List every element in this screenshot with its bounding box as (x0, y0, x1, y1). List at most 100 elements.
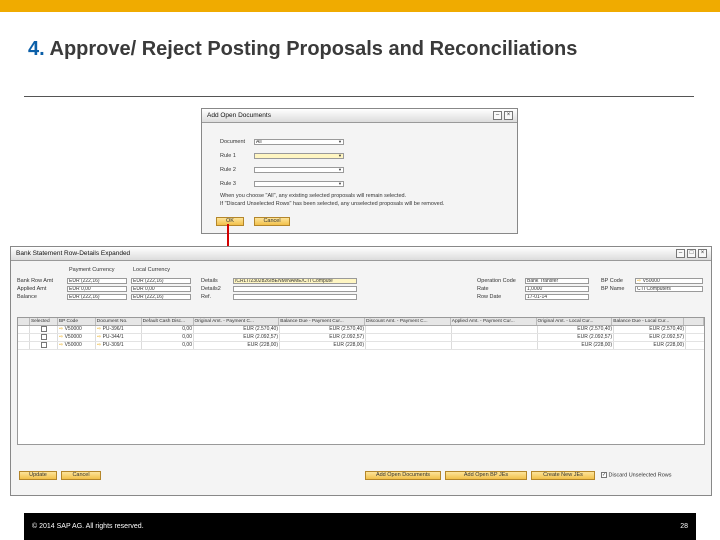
document-select-value: All (256, 139, 262, 145)
grid-header-applied-amt-payment[interactable]: Applied Amt. - Payment Cur... (451, 318, 537, 325)
grid-header-original-amt-payment[interactable]: Original Amt. - Payment C... (194, 318, 280, 325)
grid-header-rownum (18, 318, 30, 325)
balance-payment: EUR (222,16) (67, 294, 127, 300)
document-no-cell[interactable]: ⇨ PU-309/1 (96, 342, 142, 349)
minimize-icon[interactable]: – (676, 249, 685, 258)
applied-amt-payment-cell[interactable] (452, 342, 538, 349)
table-row[interactable]: ⇨ V50000 ⇨ PU-344/1 0,00 EUR (2.092,57) … (18, 334, 704, 342)
add-open-documents-button[interactable]: Add Open Documents (365, 471, 441, 480)
applied-amt-label: Applied Amt (17, 286, 47, 292)
rule1-label: Rule 1 (220, 153, 236, 159)
table-row[interactable]: ⇨ V50000 ⇨ PU-309/1 0,00 EUR (228,00) EU… (18, 342, 704, 350)
row-number-cell (18, 342, 30, 349)
details-field[interactable]: /CRLT/2302826/BENM/NAME/CTI Compute (233, 278, 357, 284)
dialog-titlebar[interactable]: Add Open Documents – × (202, 109, 517, 123)
ref-field[interactable] (233, 294, 357, 300)
footer-copyright: © 2014 SAP AG. All rights reserved. (32, 523, 144, 530)
bp-code-field[interactable]: ⇨ V50000 (635, 278, 703, 284)
discount-amt-payment-cell[interactable] (366, 334, 452, 341)
applied-amt-payment-cell[interactable] (452, 334, 538, 341)
bp-code-value: V50000 (642, 278, 660, 284)
bank-row-amt-label: Bank Row Amt (17, 278, 54, 284)
dialog-cancel-button[interactable]: Cancel (254, 217, 290, 226)
grid-header-balance-due-payment[interactable]: Balance Due - Payment Cur... (279, 318, 365, 325)
link-arrow-icon[interactable]: ⇨ (97, 326, 101, 332)
create-new-jes-button[interactable]: Create New JEs (531, 471, 595, 480)
document-no-text: PU-309/1 (102, 342, 124, 348)
discard-unselected-checkbox[interactable]: ✓ (601, 472, 607, 478)
bank-row-amt-payment: EUR (222,16) (67, 278, 127, 284)
details2-label: Details2 (201, 286, 221, 292)
chevron-down-icon: ▼ (338, 181, 342, 186)
chevron-down-icon: ▼ (338, 139, 342, 144)
grid-header-filler (684, 318, 704, 325)
details2-field[interactable] (233, 286, 357, 292)
slide-title: 4. Approve/ Reject Posting Proposals and… (28, 38, 577, 61)
bp-code-cell[interactable]: ⇨ V50000 (58, 342, 96, 349)
grid-header-default-cash-disc[interactable]: Default Cash Disc... (142, 318, 194, 325)
cancel-button[interactable]: Cancel (61, 471, 101, 480)
main-titlebar[interactable]: Bank Statement Row-Details Expanded – □ … (11, 247, 711, 261)
grid-header-document-no[interactable]: Document No. (96, 318, 142, 325)
applied-amt-payment-cell[interactable] (452, 326, 538, 333)
bp-code-label: BP Code (601, 278, 623, 284)
close-icon[interactable]: × (698, 249, 707, 258)
original-amt-payment-cell: EUR (2.570,40) (194, 326, 280, 333)
balance-local: EUR (222,16) (131, 294, 191, 300)
rule1-select[interactable]: ▼ (254, 153, 344, 159)
rate-label: Rate (477, 286, 489, 292)
row-select-checkbox[interactable] (40, 334, 47, 340)
link-arrow-icon[interactable]: ⇨ (97, 334, 101, 340)
document-no-cell[interactable]: ⇨ PU-344/1 (96, 334, 142, 341)
document-no-text: PU-396/1 (102, 326, 124, 332)
dialog-note-all: When you choose "All", any existing sele… (220, 193, 407, 199)
add-open-bp-jes-button[interactable]: Add Open BP JEs (445, 471, 527, 480)
cash-disc-cell: 0,00 (142, 326, 194, 333)
update-button[interactable]: Update (19, 471, 57, 480)
row-date-field: 17-01-14 (525, 294, 589, 300)
dialog-note-discard: If "Discard Unselected Rows" has been se… (220, 201, 445, 207)
ref-label: Ref. (201, 294, 212, 300)
document-no-cell[interactable]: ⇨ PU-396/1 (96, 326, 142, 333)
discard-unselected-control[interactable]: ✓ Discard Unselected Rows (601, 472, 672, 478)
table-row[interactable]: ⇨ V50000 ⇨ PU-396/1 0,00 EUR (2.570,40) … (18, 326, 704, 334)
applied-amt-local: EUR 0,00 (131, 286, 191, 292)
bank-statement-window: Bank Statement Row-Details Expanded – □ … (10, 246, 712, 496)
link-arrow-icon[interactable]: ⇨ (97, 342, 101, 348)
balance-due-local-cell: EUR (2.570,40) (614, 326, 686, 333)
maximize-icon[interactable]: □ (687, 249, 696, 258)
bp-code-text: V50000 (64, 334, 82, 340)
original-amt-local-cell: EUR (2.570,40) (538, 326, 614, 333)
row-number-cell (18, 326, 30, 333)
document-select[interactable]: All ▼ (254, 139, 344, 145)
ok-button[interactable]: OK (216, 217, 244, 226)
row-select-checkbox[interactable] (40, 342, 47, 348)
discount-amt-payment-cell[interactable] (366, 342, 452, 349)
title-divider (24, 96, 694, 97)
top-accent-bar (0, 0, 720, 12)
rule3-label: Rule 3 (220, 181, 236, 187)
grid-header-discount-amt-payment[interactable]: Discount Amt. - Payment C... (365, 318, 451, 325)
discard-unselected-label: Discard Unselected Rows (608, 472, 672, 479)
rule2-select[interactable]: ▼ (254, 167, 344, 173)
select-checkbox-cell (30, 342, 58, 349)
bp-code-cell[interactable]: ⇨ V50000 (58, 334, 96, 341)
main-window-title: Bank Statement Row-Details Expanded (16, 250, 131, 257)
dialog-title: Add Open Documents (207, 112, 271, 119)
grid-header-selected[interactable]: Selected (30, 318, 58, 325)
row-select-checkbox[interactable] (40, 326, 47, 332)
rule3-select[interactable]: ▼ (254, 181, 344, 187)
slide-footer: © 2014 SAP AG. All rights reserved. 28 (24, 513, 696, 540)
grid-header-bp-code[interactable]: BP Code (58, 318, 96, 325)
discount-amt-payment-cell[interactable] (366, 326, 452, 333)
link-arrow-icon[interactable]: ⇨ (59, 342, 63, 348)
original-amt-local-cell: EUR (2.092,57) (538, 334, 614, 341)
minimize-icon[interactable]: – (493, 111, 502, 120)
link-arrow-icon[interactable]: ⇨ (59, 326, 63, 332)
link-arrow-icon[interactable]: ⇨ (59, 334, 63, 340)
close-icon[interactable]: × (504, 111, 513, 120)
details-label: Details (201, 278, 218, 284)
grid-header-original-amt-local[interactable]: Original Amt. - Local Cur... (537, 318, 613, 325)
bp-code-cell[interactable]: ⇨ V50000 (58, 326, 96, 333)
grid-header-balance-due-local[interactable]: Balance Due - Local Cur... (612, 318, 685, 325)
